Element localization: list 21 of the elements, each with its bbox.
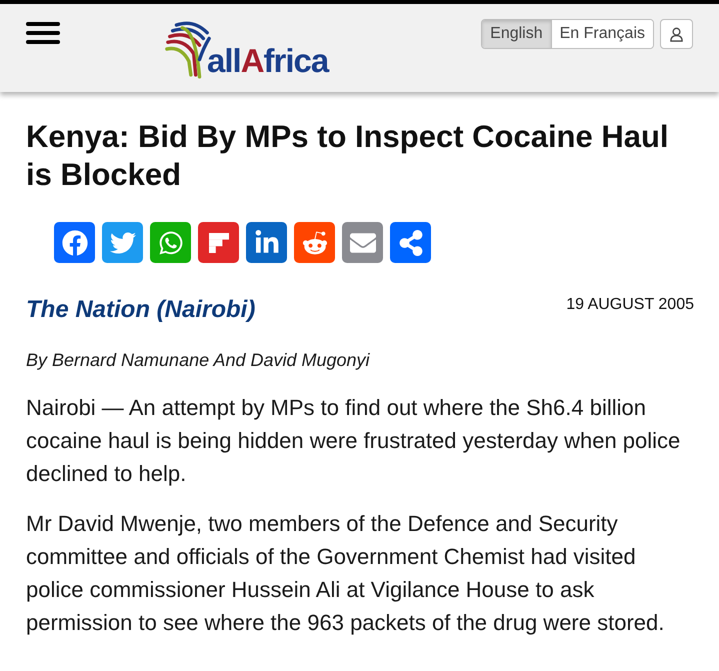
- flipboard-icon[interactable]: [198, 222, 239, 263]
- article-title: Kenya: Bid By MPs to Inspect Cocaine Haul is Blocked: [26, 118, 670, 194]
- article-paragraph: Mr David Mwenje, two members of the Defence and Security committee and officials of the Government Chemist had visited police commissioner Hussein Ali at Vigilance House to ask permission to see where the 963 packets of the drug were stored.: [26, 510, 666, 637]
- share-icon[interactable]: [390, 222, 431, 263]
- user-button[interactable]: [660, 19, 693, 49]
- facebook-icon[interactable]: [54, 222, 95, 263]
- reddit-icon[interactable]: [294, 222, 335, 263]
- language-tab[interactable]: En Français: [550, 20, 653, 48]
- publish-date: 19 AUGUST 2005: [566, 295, 694, 315]
- whatsapp-icon[interactable]: [150, 222, 191, 263]
- menu-icon[interactable]: [26, 20, 60, 46]
- logo-text: allAfrica: [207, 44, 328, 78]
- site-logo[interactable]: allAfrica: [165, 18, 328, 80]
- linkedin-icon[interactable]: [246, 222, 287, 263]
- source-name[interactable]: The Nation (Nairobi): [26, 294, 256, 326]
- user-icon: [669, 26, 684, 42]
- article-paragraph: Nairobi — An attempt by MPs to find out where the Sh6.4 billion cocaine haul is being hidden were frustrated yesterday when police declined to help.: [26, 394, 682, 488]
- byline: By Bernard Namunane And David Mugonyi: [26, 349, 371, 372]
- language-tab[interactable]: English: [482, 20, 551, 48]
- email-icon[interactable]: [342, 222, 383, 263]
- twitter-icon[interactable]: [102, 222, 143, 263]
